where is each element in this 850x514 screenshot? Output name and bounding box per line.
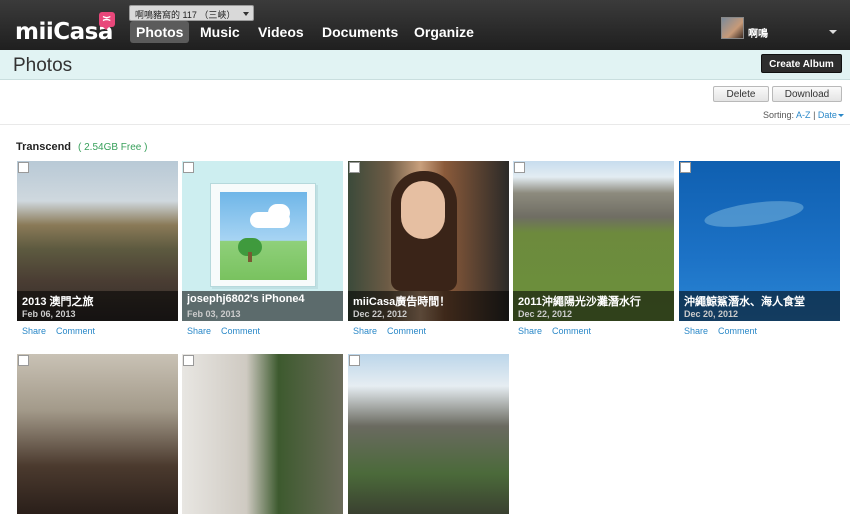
comment-link[interactable]: Comment bbox=[387, 326, 426, 336]
nav-item-photos[interactable]: Photos bbox=[130, 21, 190, 43]
album-thumbnail[interactable] bbox=[348, 354, 509, 514]
album-checkbox[interactable] bbox=[680, 162, 691, 173]
album-thumbnail[interactable] bbox=[182, 354, 343, 514]
sort-date-link[interactable]: Date bbox=[818, 110, 837, 120]
comment-link[interactable]: Comment bbox=[56, 326, 95, 336]
comment-link[interactable]: Comment bbox=[552, 326, 591, 336]
album-thumbnail[interactable] bbox=[17, 354, 178, 514]
sorting-control: Sorting: A-Z | Date bbox=[763, 110, 844, 120]
sort-az-link[interactable]: A-Z bbox=[796, 110, 811, 120]
delete-button[interactable]: Delete bbox=[713, 86, 769, 102]
album-checkbox[interactable] bbox=[18, 355, 29, 366]
album-links: Share Comment bbox=[353, 326, 436, 336]
album-name[interactable]: 2013 澳門之旅 bbox=[22, 293, 176, 309]
nav-item-music[interactable]: Music bbox=[194, 21, 246, 43]
storage-name: Transcend bbox=[16, 141, 72, 153]
share-link[interactable]: Share bbox=[353, 326, 377, 336]
download-button[interactable]: Download bbox=[772, 86, 842, 102]
album-date: Feb 06, 2013 bbox=[22, 309, 76, 319]
comment-link[interactable]: Comment bbox=[718, 326, 757, 336]
album-name[interactable]: 沖繩鯨鯊潛水、海人食堂 bbox=[684, 293, 838, 309]
album-date: Feb 03, 2013 bbox=[187, 309, 241, 319]
page-title: Photos bbox=[13, 55, 73, 76]
chevron-down-icon[interactable] bbox=[829, 30, 837, 34]
album-name[interactable]: miiCasa廣告時間！ bbox=[353, 293, 507, 309]
sorting-label: Sorting: bbox=[763, 110, 795, 120]
album-checkbox[interactable] bbox=[349, 162, 360, 173]
share-link[interactable]: Share bbox=[684, 326, 708, 336]
album-links: Share Comment bbox=[22, 326, 105, 336]
album-checkbox[interactable] bbox=[18, 162, 29, 173]
placeholder-photo-icon bbox=[210, 183, 316, 287]
album-checkbox[interactable] bbox=[183, 355, 194, 366]
album-date: Dec 22, 2012 bbox=[353, 309, 408, 319]
sort-separator: | bbox=[813, 110, 816, 120]
chevron-down-icon bbox=[243, 12, 249, 16]
album-date: Dec 20, 2012 bbox=[684, 309, 739, 319]
top-bar: miiCasa ≍ 啊鳴豬窩的 117 （三峽） Photos Music Vi… bbox=[0, 0, 850, 50]
user-name[interactable]: 啊鳴 bbox=[748, 25, 768, 40]
caret-down-icon[interactable] bbox=[837, 114, 844, 117]
share-link[interactable]: Share bbox=[187, 326, 211, 336]
album-links: Share Comment bbox=[187, 326, 270, 336]
nav-item-videos[interactable]: Videos bbox=[252, 21, 310, 43]
storage-free-space: ( 2.54GB Free ) bbox=[78, 142, 148, 153]
album-checkbox[interactable] bbox=[514, 162, 525, 173]
album-checkbox[interactable] bbox=[183, 162, 194, 173]
title-bar: Photos Create Album bbox=[0, 50, 850, 80]
nav-item-organize[interactable]: Organize bbox=[408, 21, 480, 43]
share-link[interactable]: Share bbox=[22, 326, 46, 336]
comment-link[interactable]: Comment bbox=[221, 326, 260, 336]
album-name[interactable]: 2011沖繩陽光沙灘潛水行 bbox=[518, 293, 672, 309]
share-link[interactable]: Share bbox=[518, 326, 542, 336]
logo-badge-icon: ≍ bbox=[99, 12, 115, 30]
divider bbox=[0, 124, 850, 125]
album-name[interactable]: josephj6802's iPhone4 bbox=[187, 293, 341, 305]
device-selector-value: 啊鳴豬窩的 117 （三峽） bbox=[135, 10, 236, 20]
create-album-button[interactable]: Create Album bbox=[761, 54, 842, 73]
album-checkbox[interactable] bbox=[349, 355, 360, 366]
album-date: Dec 22, 2012 bbox=[518, 309, 573, 319]
device-selector[interactable]: 啊鳴豬窩的 117 （三峽） bbox=[129, 5, 254, 21]
nav-item-documents[interactable]: Documents bbox=[316, 21, 404, 43]
album-links: Share Comment bbox=[684, 326, 767, 336]
avatar[interactable] bbox=[721, 17, 744, 39]
album-links: Share Comment bbox=[518, 326, 601, 336]
